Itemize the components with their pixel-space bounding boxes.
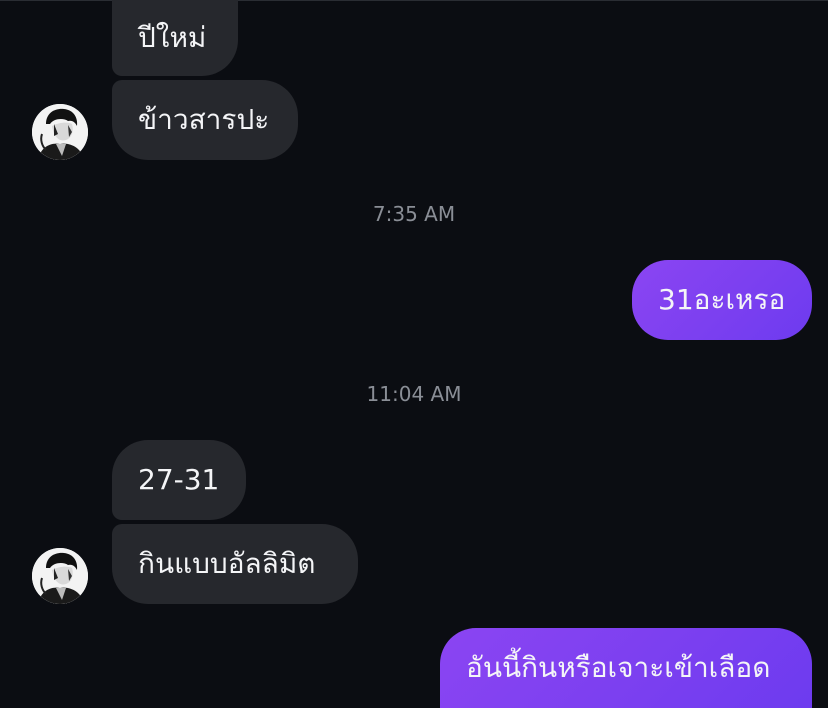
message-text: 31อะเหรอ [658, 283, 786, 316]
message-bubble-outgoing[interactable]: อันนี้กินหรือเจาะเข้าเลือด [440, 628, 812, 708]
message-bubble-outgoing[interactable]: 31อะเหรอ [632, 260, 812, 340]
message-bubble-incoming[interactable]: 27-31 [112, 440, 246, 520]
timestamp: 11:04 AM [366, 382, 462, 406]
contact-avatar[interactable] [32, 104, 88, 160]
avatar-icon [32, 548, 88, 604]
message-text: 27-31 [138, 463, 220, 496]
timestamp: 7:35 AM [372, 202, 456, 226]
contact-avatar[interactable] [32, 548, 88, 604]
message-bubble-incoming[interactable]: ข้าวสารปะ [112, 80, 298, 160]
message-text: กินแบบอัลลิมิต [138, 547, 316, 580]
message-text: อันนี้กินหรือเจาะเข้าเลือด [466, 651, 771, 684]
avatar-icon [32, 104, 88, 160]
message-text: ข้าวสารปะ [138, 103, 270, 136]
message-bubble-incoming[interactable]: ปีใหม่ [112, 0, 238, 76]
message-text: ปีใหม่ [138, 21, 207, 54]
message-bubble-incoming[interactable]: กินแบบอัลลิมิต [112, 524, 358, 604]
